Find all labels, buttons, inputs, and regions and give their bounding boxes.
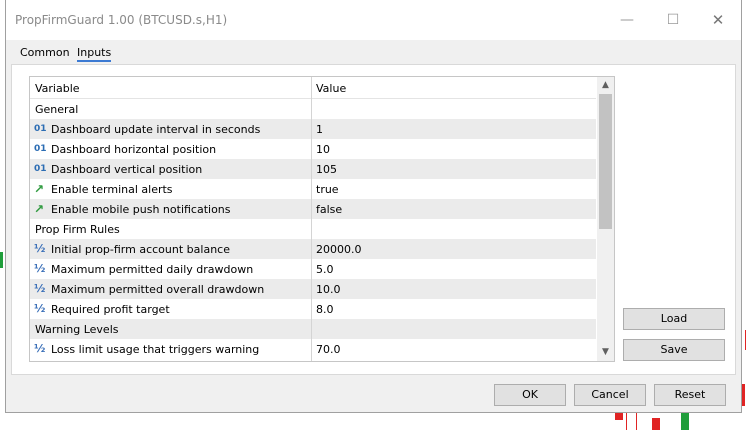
variable-name: Maximum permitted overall drawdown bbox=[51, 283, 265, 296]
variable-value[interactable]: 70.0 bbox=[316, 343, 341, 356]
variable-value[interactable]: true bbox=[316, 183, 339, 196]
inputs-grid: Variable Value General 01 Dashboard upda… bbox=[29, 76, 615, 362]
variable-name: Required profit target bbox=[51, 303, 170, 316]
maximize-button[interactable]: ☐ bbox=[665, 12, 681, 28]
variable-value[interactable]: 105 bbox=[316, 163, 337, 176]
table-row[interactable]: ↗ Enable mobile push notifications false bbox=[30, 199, 596, 219]
chart-candle bbox=[652, 418, 660, 430]
chart-wick bbox=[636, 413, 637, 430]
variable-value[interactable]: 5.0 bbox=[316, 263, 334, 276]
variable-name: Enable mobile push notifications bbox=[51, 203, 231, 216]
bool-icon: ↗ bbox=[34, 182, 45, 196]
double-icon: ½ bbox=[34, 262, 46, 275]
vertical-scrollbar[interactable]: ▲ ▼ bbox=[597, 77, 614, 361]
double-icon: ½ bbox=[34, 242, 46, 255]
inputs-panel: Variable Value General 01 Dashboard upda… bbox=[11, 64, 736, 375]
table-row[interactable]: ½ Maximum permitted daily drawdown 5.0 bbox=[30, 259, 596, 279]
chart-wick bbox=[745, 330, 746, 350]
table-row[interactable]: ½ Required profit target 8.0 bbox=[30, 299, 596, 319]
variable-name: Dashboard update interval in seconds bbox=[51, 123, 261, 136]
column-divider[interactable] bbox=[311, 77, 312, 361]
double-icon: ½ bbox=[34, 282, 46, 295]
variable-value[interactable]: 8.0 bbox=[316, 303, 334, 316]
tab-common[interactable]: Common bbox=[20, 45, 70, 60]
grid-header: Variable Value bbox=[30, 77, 596, 99]
variable-name: Initial prop-firm account balance bbox=[51, 243, 230, 256]
variable-value[interactable]: 1 bbox=[316, 123, 323, 136]
variable-name: Dashboard horizontal position bbox=[51, 143, 217, 156]
column-header-variable[interactable]: Variable bbox=[35, 82, 80, 95]
table-row[interactable]: 01 Dashboard horizontal position 10 bbox=[30, 139, 596, 159]
table-row[interactable]: ↗ Enable terminal alerts true bbox=[30, 179, 596, 199]
chart-candle bbox=[615, 413, 623, 420]
int-icon: 01 bbox=[34, 124, 47, 134]
variable-value[interactable]: false bbox=[316, 203, 342, 216]
variable-name: Dashboard vertical position bbox=[51, 163, 203, 176]
window-title: PropFirmGuard 1.00 (BTCUSD.s,H1) bbox=[15, 13, 228, 27]
title-bar: PropFirmGuard 1.00 (BTCUSD.s,H1) — ☐ ✕ bbox=[6, 0, 741, 40]
scroll-down-icon[interactable]: ▼ bbox=[597, 344, 614, 361]
scroll-up-icon[interactable]: ▲ bbox=[597, 77, 614, 94]
int-icon: 01 bbox=[34, 164, 47, 174]
ok-button[interactable]: OK bbox=[494, 384, 566, 406]
table-row[interactable]: ½ Initial prop-firm account balance 2000… bbox=[30, 239, 596, 259]
chart-candle bbox=[0, 252, 3, 268]
int-icon: 01 bbox=[34, 144, 47, 154]
variable-value[interactable]: 20000.0 bbox=[316, 243, 362, 256]
section-row-general: General bbox=[30, 99, 596, 119]
chart-candle bbox=[681, 413, 689, 430]
chart-candle bbox=[742, 384, 745, 406]
chart-wick bbox=[626, 413, 627, 430]
scroll-thumb[interactable] bbox=[599, 94, 612, 229]
minimize-button[interactable]: — bbox=[619, 12, 635, 28]
variable-name: Enable terminal alerts bbox=[51, 183, 173, 196]
load-button[interactable]: Load bbox=[623, 308, 725, 330]
variable-value[interactable]: 10.0 bbox=[316, 283, 341, 296]
inputs-dialog: PropFirmGuard 1.00 (BTCUSD.s,H1) — ☐ ✕ C… bbox=[5, 0, 742, 413]
cancel-button[interactable]: Cancel bbox=[574, 384, 646, 406]
section-row-warning-levels: Warning Levels bbox=[30, 319, 596, 339]
section-row-prop-firm-rules: Prop Firm Rules bbox=[30, 219, 596, 239]
reset-button[interactable]: Reset bbox=[654, 384, 726, 406]
section-label: Warning Levels bbox=[35, 323, 119, 336]
variable-value[interactable]: 10 bbox=[316, 143, 330, 156]
table-row[interactable]: ½ Maximum permitted overall drawdown 10.… bbox=[30, 279, 596, 299]
column-header-value[interactable]: Value bbox=[316, 82, 346, 95]
variable-name: Maximum permitted daily drawdown bbox=[51, 263, 254, 276]
section-label: General bbox=[35, 103, 79, 116]
tab-inputs[interactable]: Inputs bbox=[77, 45, 112, 62]
section-label: Prop Firm Rules bbox=[35, 223, 120, 236]
bool-icon: ↗ bbox=[34, 202, 45, 216]
table-row[interactable]: ½ Loss limit usage that triggers warning… bbox=[30, 339, 596, 359]
variable-name: Loss limit usage that triggers warning bbox=[51, 343, 260, 356]
double-icon: ½ bbox=[34, 342, 46, 355]
close-button[interactable]: ✕ bbox=[710, 12, 726, 28]
double-icon: ½ bbox=[34, 302, 46, 315]
save-button[interactable]: Save bbox=[623, 339, 725, 361]
table-row[interactable]: 01 Dashboard vertical position 105 bbox=[30, 159, 596, 179]
table-row[interactable]: 01 Dashboard update interval in seconds … bbox=[30, 119, 596, 139]
